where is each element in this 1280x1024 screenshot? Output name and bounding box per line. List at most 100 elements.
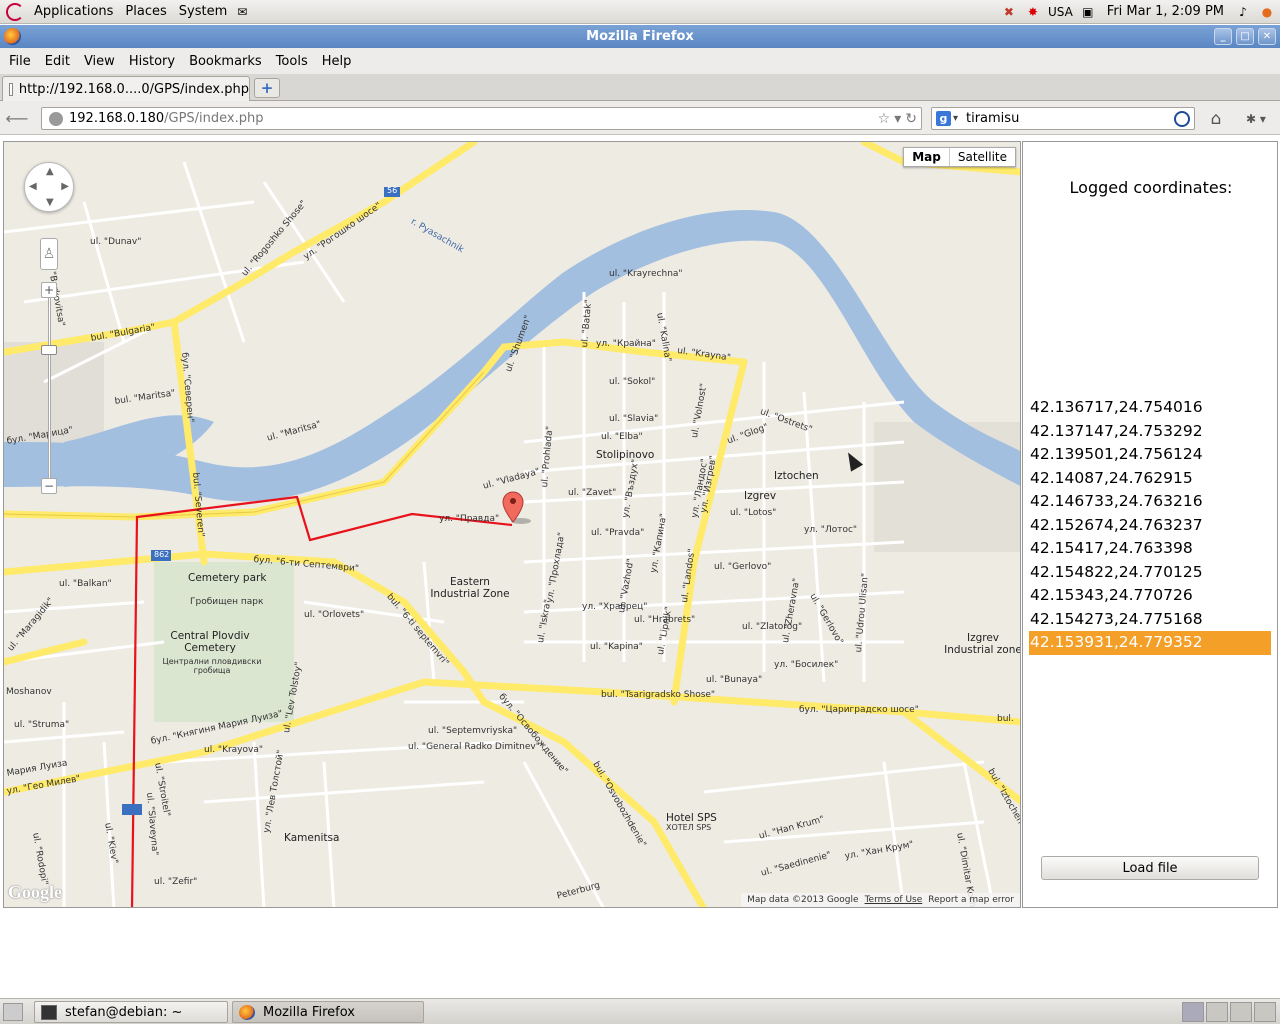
map-label: ул. "Босилек" [774,660,839,670]
close-button[interactable]: ✕ [1258,28,1276,45]
window-titlebar[interactable]: Mozilla Firefox _ □ ✕ [0,25,1280,48]
zoom-in-button[interactable]: + [41,282,57,298]
update-notifier-icon[interactable]: ✸ [1024,3,1042,21]
site-identity-icon[interactable] [49,111,63,126]
zoom-slider-track[interactable] [48,284,51,494]
map-label: bul. [997,714,1014,724]
back-button[interactable]: ⟵ [6,108,29,128]
debian-logo-icon[interactable] [6,2,24,21]
coordinate-item[interactable]: 42.136717,24.754016 [1029,396,1271,420]
zoom-slider-handle[interactable] [41,345,57,355]
map-label: ХОТЕЛ SPS [666,823,712,832]
coordinate-item[interactable]: 42.154822,24.770125 [1029,561,1271,585]
workspace-switcher[interactable] [1182,1002,1276,1022]
map-label: ул. "Лотос" [804,525,858,535]
pan-up-icon[interactable]: ▲ [46,166,54,177]
network-icon[interactable]: ▣ [1079,3,1097,21]
map-data-credit: Map data ©2013 Google [747,895,859,905]
menu-edit[interactable]: Edit [38,54,77,69]
menu-history[interactable]: History [122,54,182,69]
menu-file[interactable]: File [2,54,38,69]
menu-help[interactable]: Help [315,54,359,69]
map-label: ul. "Septemvriyska" [428,726,518,736]
map-label: Izgrev [744,490,777,502]
map-label: бул. "Цариградско шосе" [799,705,919,715]
search-go-icon[interactable] [1174,110,1190,127]
addon-button[interactable]: ✱ ▾ [1238,109,1274,129]
coordinate-item[interactable]: 42.146733,24.763216 [1029,490,1271,514]
coordinates-list[interactable]: 42.136717,24.754016 42.137147,24.753292 … [1029,396,1271,655]
tools-icon[interactable]: ✖ [1000,3,1018,21]
pan-left-icon[interactable]: ◀ [29,181,37,192]
search-bar[interactable]: g ▾ tiramisu [931,107,1195,130]
home-button[interactable]: ⌂ [1204,109,1228,129]
pan-right-icon[interactable]: ▶ [61,181,69,192]
google-map[interactable]: ul. "Dunav" ul. "Berkovitsa" ul. "Rogosh… [3,141,1021,908]
map-label: Централни пловдивски гробища [162,657,262,675]
map-label: ul. "General Radko Dimitnev" [408,742,540,752]
pan-control[interactable]: ▲ ▼ ◀ ▶ [24,162,74,212]
google-logo[interactable]: Google [8,882,62,903]
google-search-icon: g [935,111,951,126]
url-history-dropdown-icon[interactable]: ▾ [894,111,901,127]
load-file-button[interactable]: Load file [1041,856,1259,880]
coordinate-item[interactable]: 42.137147,24.753292 [1029,420,1271,444]
reload-icon[interactable]: ↻ [905,111,917,127]
firefox-window-icon[interactable] [4,28,21,45]
search-input[interactable]: tiramisu [966,111,1019,126]
workspace-4[interactable] [1254,1002,1276,1022]
coordinate-item[interactable]: 42.15343,24.770726 [1029,584,1271,608]
new-tab-button[interactable]: + [254,78,280,98]
coordinate-item[interactable]: 42.15417,24.763398 [1029,537,1271,561]
report-map-error-link[interactable]: Report a map error [928,895,1014,905]
workspace-3[interactable] [1230,1002,1252,1022]
terms-of-use-link[interactable]: Terms of Use [865,895,923,905]
map-label: ул. "Крайна" [596,339,656,349]
map-label: ul. "Pravda" [591,528,645,538]
road-shield-56: 56 [387,186,398,195]
workspace-2[interactable] [1206,1002,1228,1022]
minimize-button[interactable]: _ [1214,28,1232,45]
coordinate-item[interactable]: 42.139501,24.756124 [1029,443,1271,467]
places-menu[interactable]: Places [119,4,172,19]
maximize-button[interactable]: □ [1236,28,1254,45]
volume-icon[interactable]: ♪ [1234,3,1252,21]
home-icon: ⌂ [1210,109,1222,129]
workspace-1[interactable] [1182,1002,1204,1022]
map-marker-icon[interactable] [501,490,537,526]
show-desktop-button[interactable] [3,1003,23,1021]
map-label: ul. "Zefir" [154,877,198,887]
map-attribution: Map data ©2013 Google Terms of Use Repor… [741,893,1020,907]
map-type-map-button[interactable]: Map [904,148,950,166]
system-menu[interactable]: System [173,4,233,19]
url-path: /GPS/index.php [164,111,264,126]
taskbar-firefox-label: Mozilla Firefox [263,1004,355,1020]
zoom-out-button[interactable]: − [41,478,57,494]
menu-bookmarks[interactable]: Bookmarks [182,54,269,69]
coordinate-item[interactable]: 42.153931,24.779352 [1029,631,1271,655]
map-label: Eastern Industrial Zone [430,576,510,600]
search-engine-selector[interactable]: g ▾ [932,108,962,129]
map-label: ul. "Krayrechna" [609,269,683,279]
coordinate-item[interactable]: 42.14087,24.762915 [1029,467,1271,491]
coordinate-item[interactable]: 42.154273,24.775168 [1029,608,1271,632]
taskbar-terminal[interactable]: stefan@debian: ~ [34,1001,228,1023]
firefox-tray-icon[interactable]: ● [1258,3,1276,21]
clock[interactable]: Fri Mar 1, 2:09 PM [1103,4,1228,19]
tab-gps-index[interactable]: http://192.168.0....0/GPS/index.php [2,76,250,101]
map-label: Central Plovdiv Cemetery [170,630,250,654]
bookmark-star-icon[interactable]: ☆ [878,111,891,127]
applications-menu[interactable]: Applications [28,4,119,19]
pan-down-icon[interactable]: ▼ [46,197,54,208]
map-label: ул. "Храбрец" [582,602,648,612]
keyboard-layout-indicator[interactable]: USA [1048,5,1073,19]
menu-view[interactable]: View [77,54,122,69]
menu-tools[interactable]: Tools [269,54,315,69]
map-label: Гробищен парк [190,597,264,607]
mail-launcher-icon[interactable]: ✉ [233,3,251,21]
map-type-satellite-button[interactable]: Satellite [950,148,1015,166]
coordinate-item[interactable]: 42.152674,24.763237 [1029,514,1271,538]
taskbar-firefox[interactable]: Mozilla Firefox [232,1001,424,1023]
street-view-pegman-icon[interactable]: ♙ [40,238,58,270]
url-bar[interactable]: 192.168.0.180 /GPS/index.php ☆ ▾ ↻ [41,107,922,130]
